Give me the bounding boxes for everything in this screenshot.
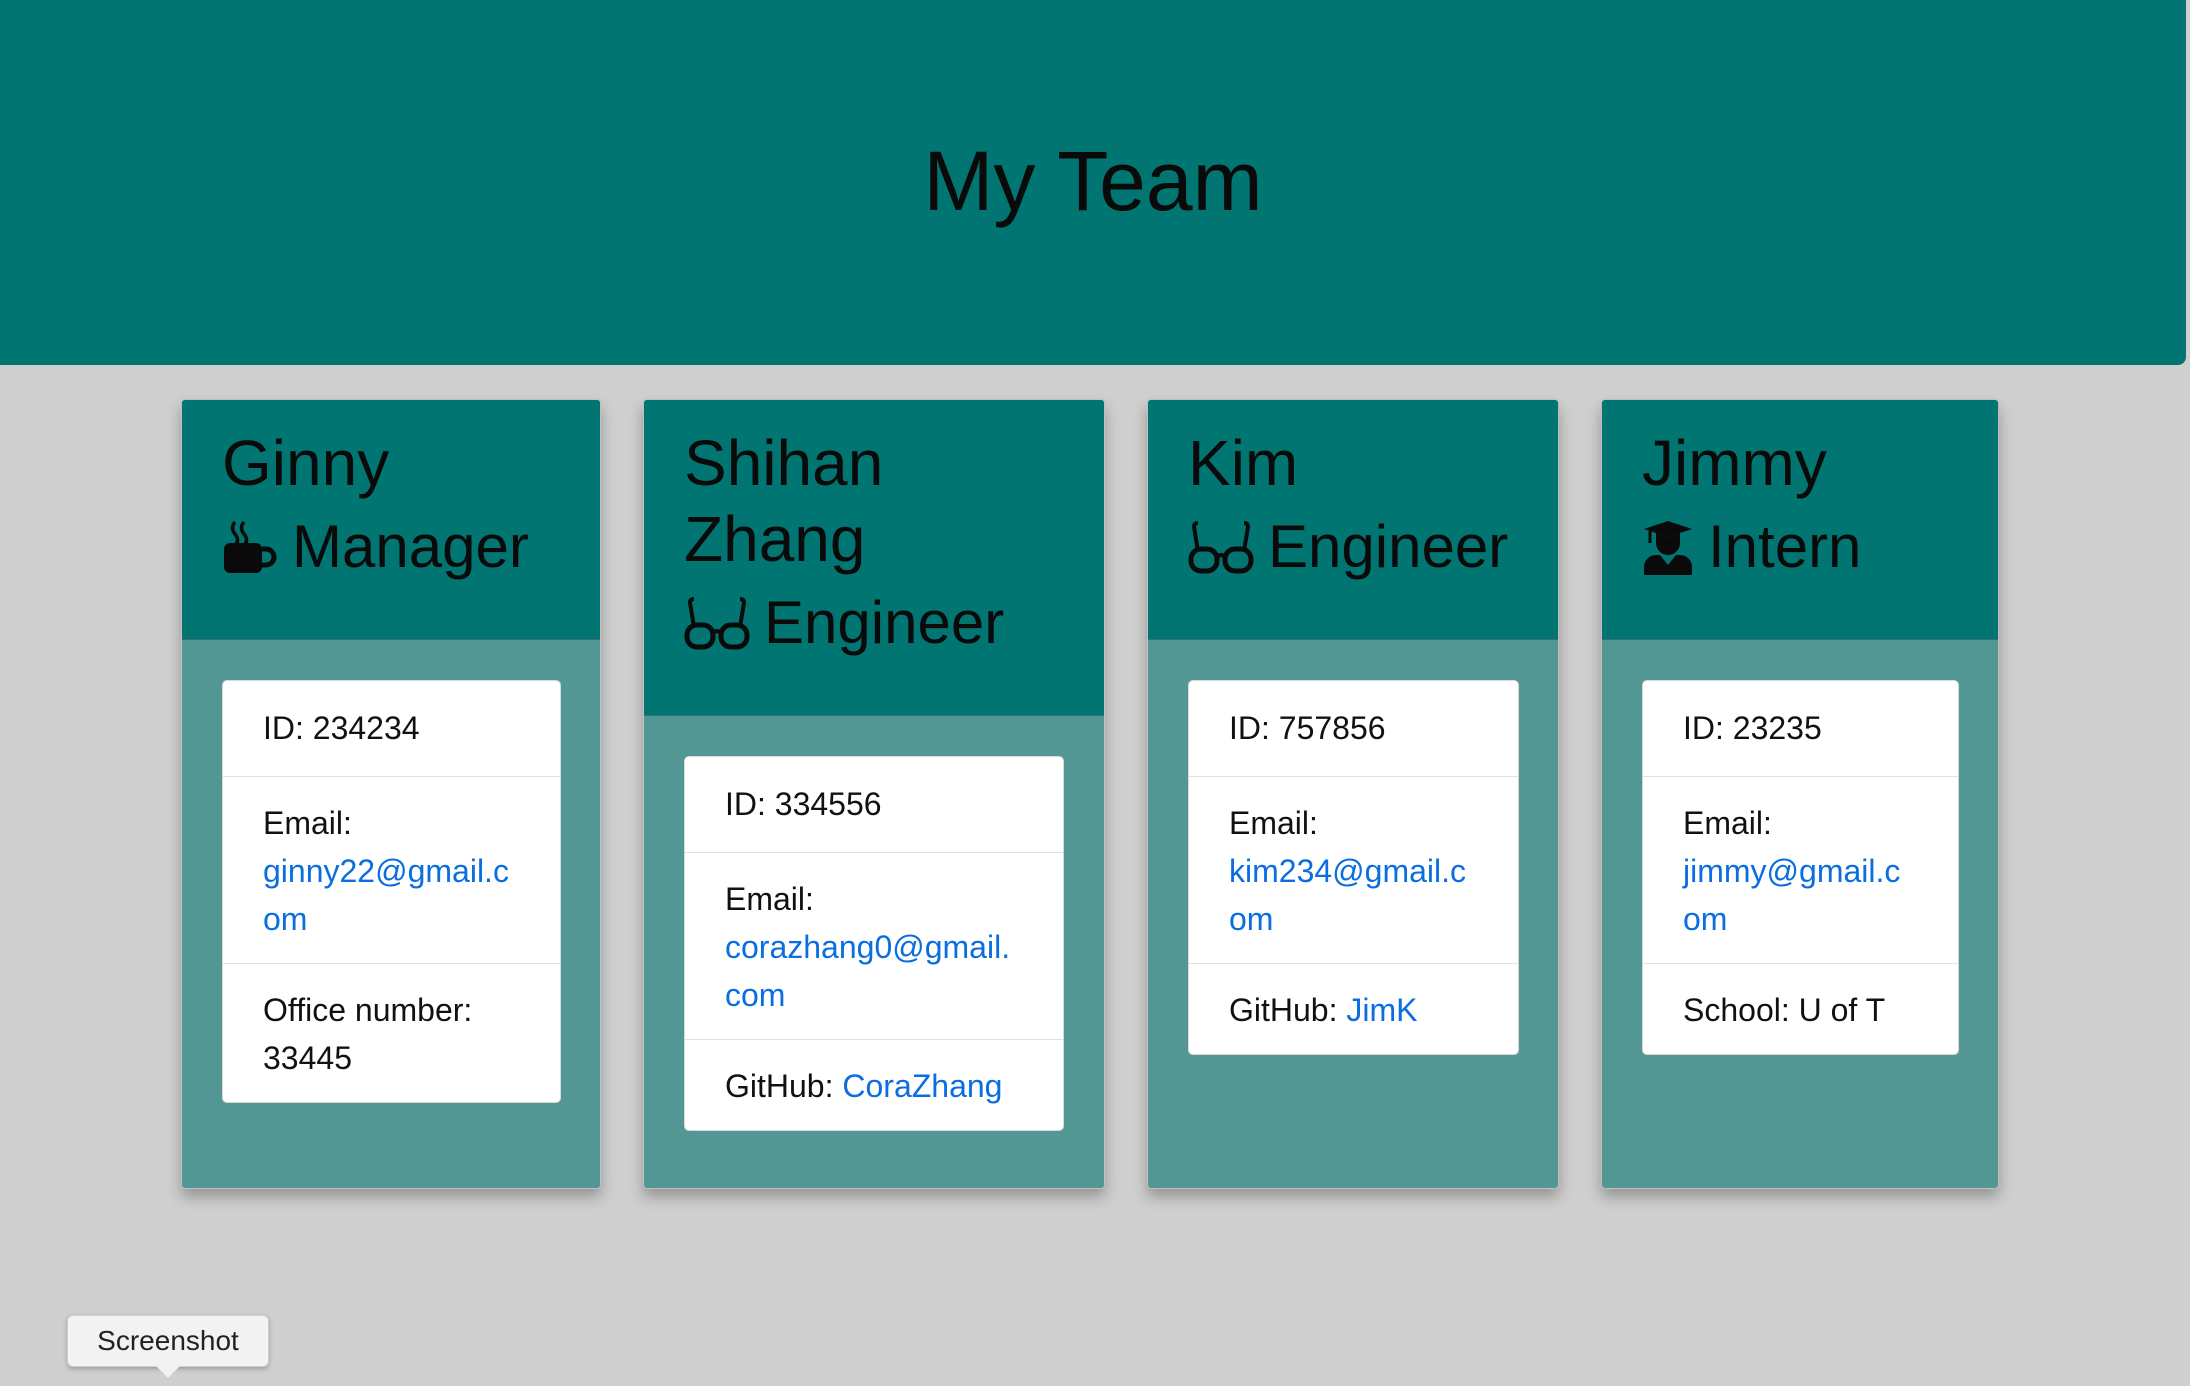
page-header: My Team — [0, 0, 2186, 365]
employee-card-engineer: Shihan Zhang Engineer ID: 334556 Email: … — [643, 399, 1105, 1189]
email-label: Email: — [1229, 805, 1318, 841]
employee-card-intern: Jimmy Intern ID: 23235 Email: jimmy@gmai… — [1601, 399, 1999, 1189]
card-header: Shihan Zhang Engineer — [644, 400, 1104, 716]
id-item: ID: 334556 — [725, 786, 882, 822]
coffee-icon — [224, 520, 277, 573]
email-item: Email: ginny22@gmail.com — [223, 776, 560, 963]
office-number-item: Office number: 33445 — [223, 963, 560, 1102]
email-link[interactable]: jimmy@gmail.com — [1683, 853, 1900, 937]
school-label: School: — [1683, 992, 1790, 1028]
github-item: GitHub: JimK — [1189, 963, 1518, 1054]
github-item: GitHub: CoraZhang — [685, 1039, 1063, 1130]
email-label: Email: — [725, 881, 814, 917]
employee-name: Kim — [1188, 427, 1299, 499]
email-item: Email: jimmy@gmail.com — [1643, 776, 1958, 963]
employee-role-label: Engineer — [764, 589, 1005, 656]
graduate-icon — [1644, 521, 1692, 575]
email-link[interactable]: kim234@gmail.com — [1229, 853, 1466, 937]
school-item: School: U of T — [1643, 963, 1958, 1054]
github-label: GitHub: — [725, 1068, 834, 1104]
github-link[interactable]: CoraZhang — [842, 1068, 1002, 1104]
employee-name: Shihan Zhang — [684, 427, 884, 575]
employee-info-list: ID: 23235 Email: jimmy@gmail.com School:… — [1642, 680, 1959, 1055]
employee-name: Jimmy — [1642, 427, 1827, 499]
employee-role-label: Intern — [1708, 513, 1862, 580]
screenshot-tooltip: Screenshot — [67, 1315, 269, 1378]
employee-card-manager: Ginny Manager ID: 234234 Email: ginny22@… — [181, 399, 601, 1189]
email-item: Email: corazhang0@gmail.com — [685, 852, 1063, 1039]
github-link[interactable]: JimK — [1346, 992, 1417, 1028]
glasses-icon — [1188, 521, 1254, 574]
employee-info-list: ID: 234234 Email: ginny22@gmail.com Offi… — [222, 680, 561, 1103]
email-label: Email: — [263, 805, 352, 841]
school-value: U of T — [1798, 992, 1886, 1028]
card-header: Jimmy Intern — [1602, 400, 1998, 640]
office-number-value: 33445 — [263, 1040, 352, 1076]
id-item: ID: 23235 — [1683, 710, 1822, 746]
employee-name: Ginny — [222, 427, 390, 499]
id-item: ID: 757856 — [1229, 710, 1386, 746]
employee-info-list: ID: 757856 Email: kim234@gmail.com GitHu… — [1188, 680, 1519, 1055]
employee-role: Intern — [1642, 509, 1958, 585]
employee-role: Engineer — [1188, 509, 1518, 585]
employee-card-engineer: Kim Engineer ID: 757856 Email: kim234@gm… — [1147, 399, 1559, 1189]
email-link[interactable]: corazhang0@gmail.com — [725, 929, 1010, 1013]
email-link[interactable]: ginny22@gmail.com — [263, 853, 509, 937]
page-title: My Team — [923, 134, 1263, 228]
github-label: GitHub: — [1229, 992, 1338, 1028]
email-item: Email: kim234@gmail.com — [1189, 776, 1518, 963]
office-number-label: Office number: — [263, 992, 473, 1028]
employee-role-label: Engineer — [1268, 513, 1509, 580]
employee-role: Manager — [222, 509, 560, 585]
card-header: Ginny Manager — [182, 400, 600, 640]
employee-role: Engineer — [684, 585, 1064, 661]
id-item: ID: 234234 — [263, 710, 420, 746]
employee-info-list: ID: 334556 Email: corazhang0@gmail.com G… — [684, 756, 1064, 1131]
card-header: Kim Engineer — [1148, 400, 1558, 640]
employee-role-label: Manager — [292, 513, 529, 580]
glasses-icon — [684, 597, 750, 650]
email-label: Email: — [1683, 805, 1772, 841]
